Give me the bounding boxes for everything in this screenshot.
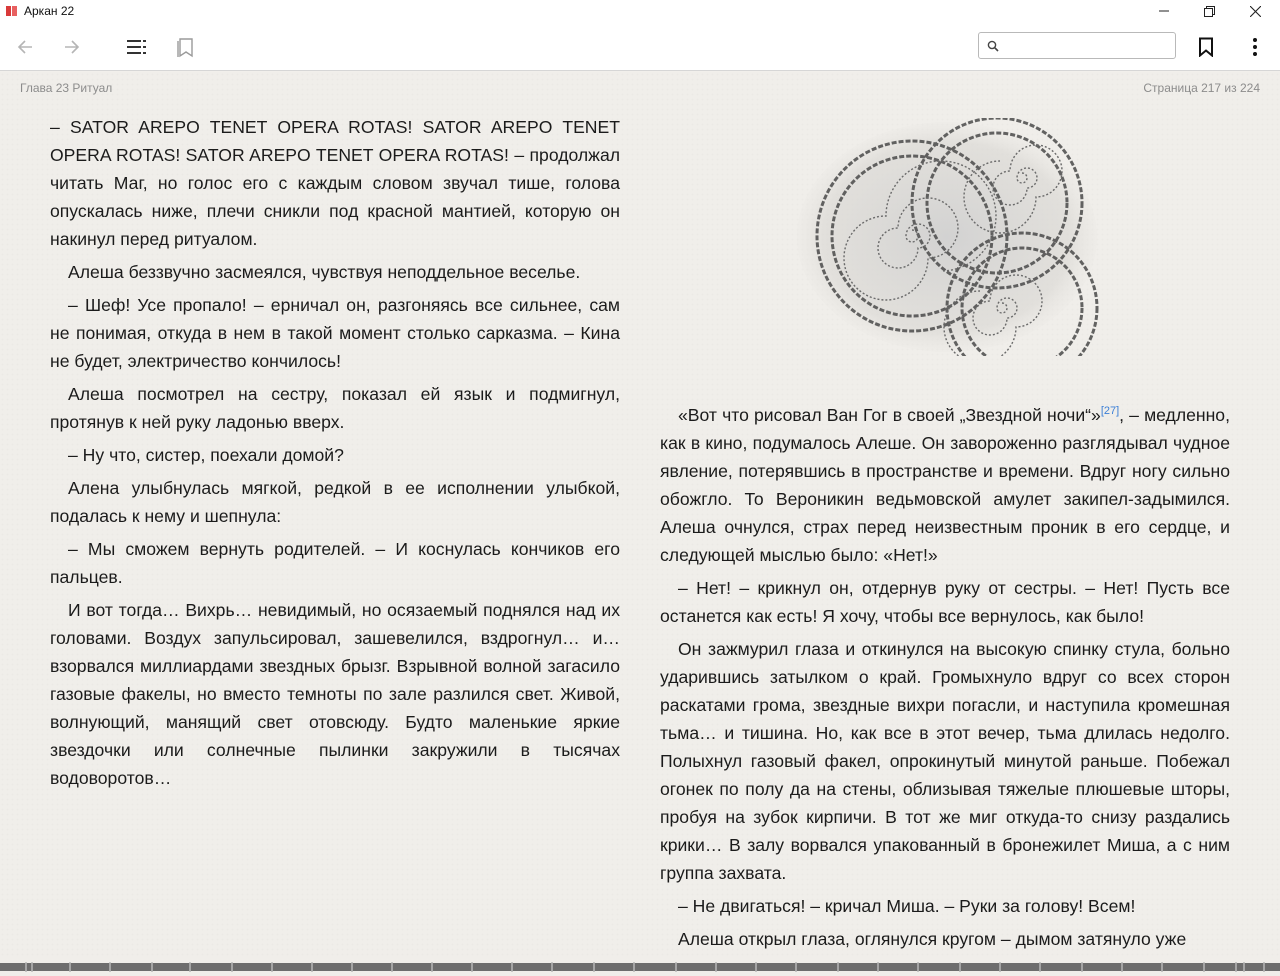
- search-icon: [987, 40, 999, 52]
- paragraph: Алеша посмотрел на сестру, показал ей яз…: [50, 384, 620, 432]
- paragraph: И вот тогда… Вихрь… невидимый, но осязае…: [50, 600, 620, 788]
- paragraph: – SATOR AREPO TENET OPERA ROTAS! SATOR A…: [50, 117, 620, 249]
- minimize-icon: [1159, 10, 1169, 12]
- paragraph: Алеша открыл глаза, оглянулся кругом – д…: [678, 929, 1187, 949]
- title-bar: Аркан 22: [0, 0, 1280, 22]
- paragraph: Он зажмурил глаза и откинулся на высокую…: [660, 639, 1230, 883]
- more-options-button[interactable]: [1240, 32, 1270, 62]
- paragraph: Алена улыбнулась мягкой, редкой в ее исп…: [50, 478, 620, 526]
- app-book-icon: [6, 6, 17, 16]
- close-button[interactable]: [1232, 0, 1278, 22]
- restore-icon: [1203, 5, 1215, 17]
- bookmark-icon: [1199, 37, 1213, 57]
- arrow-right-icon: [65, 40, 80, 54]
- bookmarks-list-icon: [177, 38, 193, 58]
- page-counter: Страница 217 из 224: [1143, 81, 1260, 95]
- bookmarks-list-button[interactable]: [170, 32, 200, 62]
- restore-button[interactable]: [1186, 0, 1232, 22]
- chapter-header: Глава 23 Ритуал: [20, 81, 113, 95]
- paragraph-text: , – медленно, как в кино, подумалось Але…: [660, 405, 1230, 565]
- paragraph: – Шеф! Усе пропало! – ерничал он, разгон…: [50, 295, 620, 371]
- forward-button[interactable]: [57, 32, 87, 62]
- paragraph: – Мы сможем вернуть родителей. – И косну…: [50, 539, 620, 587]
- reader-toolbar: [0, 22, 1280, 71]
- paragraph: – Ну что, систер, поехали домой?: [68, 445, 344, 465]
- left-page-column: – SATOR AREPO TENET OPERA ROTAS! SATOR A…: [50, 113, 620, 797]
- paragraph: «Вот что рисовал Ван Гог в своей „Звездн…: [660, 401, 1230, 569]
- footnote-link[interactable]: [27]: [1101, 405, 1119, 417]
- paragraph: Алеша беззвучно засмеялся, чувствуя непо…: [68, 262, 581, 282]
- right-page-column: «Вот что рисовал Ван Гог в своей „Звездн…: [660, 401, 1230, 958]
- paragraph-text: «Вот что рисовал Ван Гог в своей „Звездн…: [678, 405, 1101, 425]
- chapter-markers: [25, 962, 1265, 972]
- search-input[interactable]: [1005, 36, 1171, 56]
- search-field[interactable]: [978, 32, 1176, 59]
- window-title: Аркан 22: [24, 4, 75, 18]
- more-vertical-icon: [1253, 38, 1257, 56]
- table-of-contents-icon: [127, 40, 146, 54]
- swirl-illustration: [797, 118, 1099, 356]
- table-of-contents-button[interactable]: [122, 32, 152, 62]
- bookmark-button[interactable]: [1191, 32, 1221, 62]
- book-progress-bar[interactable]: [0, 958, 1280, 976]
- paragraph: – Нет! – крикнул он, отдернув руку от се…: [660, 578, 1230, 626]
- arrow-left-icon: [17, 40, 32, 54]
- paragraph: – Не двигаться! – кричал Миша. – Руки за…: [678, 896, 1136, 916]
- back-button[interactable]: [10, 32, 40, 62]
- close-icon: [1249, 5, 1261, 17]
- minimize-button[interactable]: [1141, 0, 1187, 22]
